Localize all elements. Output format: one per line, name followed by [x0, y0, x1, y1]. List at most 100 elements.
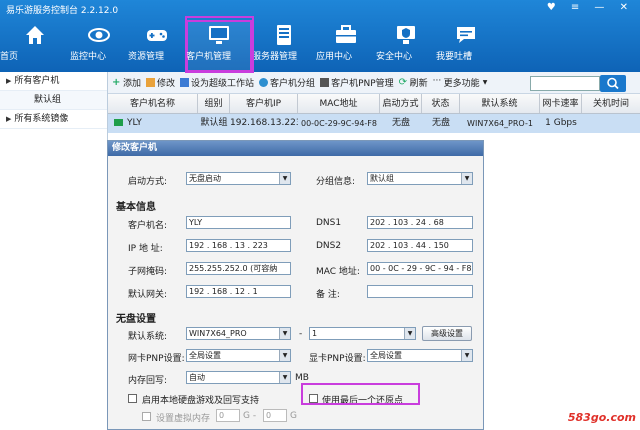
server-icon — [277, 25, 291, 45]
col-mac[interactable]: MAC地址 — [298, 94, 380, 113]
monitor-icon — [114, 119, 123, 126]
col-nic-speed[interactable]: 网卡速率 — [540, 94, 582, 113]
window-controls[interactable]: ♥ ≡ — ✕ — [547, 2, 634, 13]
col-boot-mode[interactable]: 启动方式 — [380, 94, 422, 113]
pnp-label: 客户机PNP管理 — [331, 79, 394, 89]
nav-monitor-center[interactable]: 监控中心 — [70, 20, 128, 72]
dots-icon: ··· — [432, 76, 442, 86]
default-os-select[interactable]: WIN7X64_PRO — [186, 327, 291, 340]
edit-button[interactable]: 修改 — [146, 76, 175, 89]
set-super-workstation-button[interactable]: 设为超级工作站 — [180, 76, 254, 89]
nic-pnp-label: 网卡PNP设置: — [128, 354, 185, 364]
cell-shutdown — [582, 114, 640, 133]
highlight-nav-client — [185, 16, 254, 73]
boot-mode-select[interactable]: 无盘启动 — [186, 172, 291, 185]
dns2-label: DNS2 — [316, 241, 342, 251]
boot-mode-label: 启动方式: — [128, 177, 168, 187]
local-disk-checkbox[interactable] — [128, 394, 137, 403]
eye-icon — [88, 28, 110, 42]
virtual-memory-label: 设置虚拟内存 — [156, 414, 211, 424]
sidebar-item-default-group[interactable]: 默认组 — [0, 91, 107, 110]
dns1-label: DNS1 — [316, 218, 342, 228]
local-disk-label: 启用本地硬盘游戏及回写支持 — [142, 396, 260, 406]
nic-pnp-select[interactable]: 全局设置 — [186, 349, 291, 362]
os-restore-select[interactable]: 1 — [309, 327, 416, 340]
expand-arrow-icon: ▶ — [6, 77, 12, 85]
table-row[interactable]: YLY 默认组 192.168.13.223 00-0C-29-9C-94-F8… — [108, 114, 640, 133]
col-shutdown-time[interactable]: 关机时间 — [582, 94, 640, 113]
dns2-field[interactable]: 202 . 103 . 44 . 150 — [367, 239, 473, 252]
nav-label: 安全中心 — [376, 52, 413, 62]
add-button[interactable]: + 添加 — [112, 76, 142, 90]
gamepad-icon — [147, 30, 167, 41]
cell-boot: 无盘 — [391, 118, 410, 128]
nav-label: 监控中心 — [70, 52, 107, 62]
memory-writeback-select[interactable]: 自动 — [186, 371, 291, 384]
refresh-button[interactable]: ⟳ 刷新 — [399, 76, 428, 90]
dialog-body: 启动方式: 无盘启动 分组信息: 默认组 基本信息 客户机名: YLY DNS1… — [108, 156, 483, 429]
basic-info-heading: 基本信息 — [116, 202, 156, 213]
refresh-label: 刷新 — [409, 79, 428, 89]
note-label: 备 注: — [316, 290, 340, 300]
client-name-field[interactable]: YLY — [186, 216, 291, 229]
gateway-field[interactable]: 192 . 168 . 12 . 1 — [186, 285, 291, 298]
group-info-label: 分组信息: — [316, 177, 356, 187]
client-name-label: 客户机名: — [128, 221, 168, 231]
diskless-settings-heading: 无盘设置 — [116, 314, 156, 325]
advanced-settings-button[interactable]: 高级设置 — [422, 326, 472, 341]
vm-min-field[interactable]: 0 — [216, 409, 240, 422]
gpu-pnp-select[interactable]: 全局设置 — [367, 349, 473, 362]
edit-client-dialog: 修改客户机 启动方式: 无盘启动 分组信息: 默认组 基本信息 客户机名: YL… — [107, 140, 484, 430]
title-bar: 易乐游服务控制台 2.2.12.0 ♥ ≡ — ✕ 首页 监控中心 资源管理 客… — [0, 0, 640, 72]
col-client-name[interactable]: 客户机名称 — [108, 94, 198, 113]
mac-address-label: MAC 地址: — [316, 267, 360, 277]
memory-unit: MB — [295, 373, 309, 383]
gpu-pnp-label: 显卡PNP设置: — [309, 354, 366, 364]
plus-icon: + — [112, 77, 121, 88]
nav-security-center[interactable]: 安全中心 — [376, 20, 436, 72]
dns1-field[interactable]: 202 . 103 . 24 . 68 — [367, 216, 473, 229]
client-pnp-button[interactable]: 客户机PNP管理 — [320, 76, 394, 89]
col-group[interactable]: 组别 — [198, 94, 230, 113]
vm-max-field[interactable]: 0 — [263, 409, 287, 422]
note-field[interactable] — [367, 285, 473, 298]
cell-ip: 192.168.13.223 — [230, 118, 298, 128]
nav-server-management[interactable]: 服务器管理 — [252, 20, 316, 72]
col-status[interactable]: 状态 — [422, 94, 460, 113]
subnet-mask-label: 子网掩码: — [128, 267, 168, 277]
client-group-button[interactable]: 客户机分组 — [259, 76, 315, 89]
more-functions-button[interactable]: ··· 更多功能 ▼ — [432, 76, 488, 90]
more-label: 更多功能 — [443, 79, 480, 89]
cell-status: 无盘 — [431, 118, 450, 128]
client-table-header: 客户机名称 组别 客户机IP MAC地址 启动方式 状态 默认系统 网卡速率 关… — [108, 94, 640, 114]
group-label: 客户机分组 — [270, 79, 316, 89]
subnet-mask-field[interactable]: 255.255.252.0 (可容纳 — [186, 262, 291, 275]
cell-mac: 00-0C-29-9C-94-F8 — [300, 119, 377, 128]
col-default-os[interactable]: 默认系统 — [460, 94, 540, 113]
search-input[interactable] — [530, 76, 600, 91]
nav-label: 应用中心 — [316, 52, 353, 62]
cell-os: WIN7X64_PRO-1 — [467, 119, 533, 128]
col-client-ip[interactable]: 客户机IP — [230, 94, 298, 113]
group-info-select[interactable]: 默认组 — [367, 172, 473, 185]
mac-address-field[interactable]: 00 - 0C - 29 - 9C - 94 - F8 — [367, 262, 473, 275]
sidebar-item-all-images[interactable]: ▶ 所有系统镜像 — [0, 110, 107, 129]
sidebar-item-all-clients[interactable]: ▶ 所有客户机 — [0, 72, 107, 91]
chat-icon — [457, 27, 475, 43]
add-label: 添加 — [123, 79, 142, 89]
set-super-label: 设为超级工作站 — [191, 79, 255, 89]
ip-address-field[interactable]: 192 . 168 . 13 . 223 — [186, 239, 291, 252]
nav-resource[interactable]: 资源管理 — [128, 20, 186, 72]
watermark-logo: 583go.com — [567, 411, 636, 424]
highlight-last-restore — [301, 383, 420, 405]
nav-home[interactable]: 首页 — [0, 20, 70, 72]
nav-app-center[interactable]: 应用中心 — [316, 20, 376, 72]
virtual-memory-checkbox[interactable] — [142, 412, 151, 421]
workstation-icon — [180, 78, 190, 87]
cell-speed: 1 Gbps — [545, 118, 577, 128]
search-button[interactable] — [600, 75, 626, 92]
nav-feedback[interactable]: 我要吐槽 — [436, 20, 496, 72]
app-title: 易乐游服务控制台 2.2.12.0 — [6, 6, 119, 16]
edit-label: 修改 — [157, 79, 176, 89]
os-separator: - — [299, 329, 303, 339]
